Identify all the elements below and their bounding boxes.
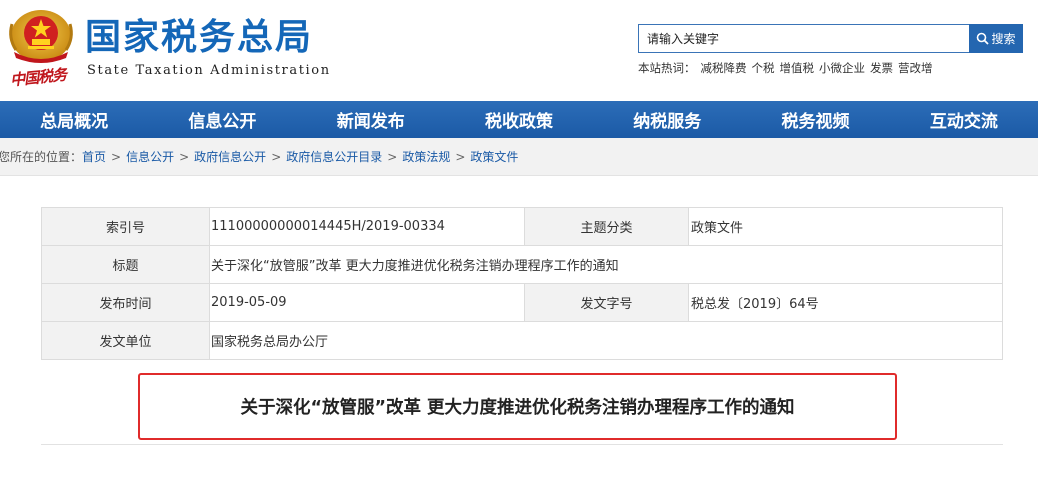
search-button[interactable]: 搜索 — [969, 24, 1023, 53]
nav-item-interaction[interactable]: 互动交流 — [890, 101, 1038, 138]
search-input[interactable] — [638, 24, 970, 53]
nav-item-taxpayer-service[interactable]: 纳税服务 — [593, 101, 741, 138]
hotwords-label: 本站热词： — [638, 61, 696, 75]
index-number-label: 索引号 — [41, 207, 210, 246]
breadcrumb-separator: > — [387, 149, 398, 164]
breadcrumb-separator: > — [111, 149, 122, 164]
breadcrumb-link-gov-info-catalog[interactable]: 政府信息公开目录 — [286, 148, 382, 165]
search-icon — [977, 32, 990, 45]
publish-date-label: 发布时间 — [41, 283, 210, 322]
hotword-link[interactable]: 增值税 — [780, 60, 815, 76]
page: 中国税务 国家税务总局 State Taxation Administratio… — [0, 0, 1038, 489]
hotword-link[interactable]: 小微企业 — [819, 60, 865, 76]
nav-item-news[interactable]: 新闻发布 — [297, 101, 445, 138]
breadcrumb: 您所在的位置： 首页 > 信息公开 > 政府信息公开 > 政府信息公开目录 > … — [0, 138, 1038, 176]
nav-item-tax-video[interactable]: 税务视频 — [741, 101, 889, 138]
article-title: 关于深化“放管服”改革 更大力度推进优化税务注销办理程序工作的通知 — [240, 398, 795, 418]
hotword-link[interactable]: 营改增 — [898, 60, 933, 76]
breadcrumb-link-policy-regulations[interactable]: 政策法规 — [402, 148, 450, 165]
china-tax-calligraphy-logo: 中国税务 — [9, 65, 67, 90]
national-emblem-icon — [9, 10, 73, 63]
hotwords: 本站热词： 减税降费 个税 增值税 小微企业 发票 营改增 — [638, 60, 1028, 76]
breadcrumb-link-gov-info[interactable]: 政府信息公开 — [194, 148, 266, 165]
title-label: 标题 — [41, 245, 210, 284]
search-button-label: 搜索 — [991, 32, 1016, 46]
main-nav: 总局概况 信息公开 新闻发布 税收政策 纳税服务 税务视频 互动交流 — [0, 101, 1038, 138]
issuer-label: 发文单位 — [41, 321, 210, 360]
nav-item-info-disclosure[interactable]: 信息公开 — [148, 101, 296, 138]
breadcrumb-separator: > — [271, 149, 282, 164]
breadcrumb-separator: > — [179, 149, 190, 164]
nav-item-about[interactable]: 总局概况 — [0, 101, 148, 138]
nav-item-tax-policy[interactable]: 税收政策 — [445, 101, 593, 138]
issuer-value: 国家税务总局办公厅 — [209, 321, 1003, 360]
site-header: 中国税务 国家税务总局 State Taxation Administratio… — [0, 0, 1038, 100]
hotword-link[interactable]: 发票 — [870, 60, 893, 76]
hotword-link[interactable]: 个税 — [752, 60, 775, 76]
topic-label: 主题分类 — [524, 207, 689, 246]
site-name-english: State Taxation Administration — [87, 63, 331, 78]
site-name-chinese[interactable]: 国家税务总局 — [85, 16, 313, 60]
breadcrumb-link-policy-documents[interactable]: 政策文件 — [470, 148, 518, 165]
breadcrumb-link-home[interactable]: 首页 — [82, 148, 106, 165]
article-title-highlight: 关于深化“放管服”改革 更大力度推进优化税务注销办理程序工作的通知 — [138, 373, 897, 440]
table-row: 发文单位 国家税务总局办公厅 — [41, 321, 1003, 360]
table-row: 标题 关于深化“放管服”改革 更大力度推进优化税务注销办理程序工作的通知 — [41, 245, 1003, 284]
divider — [41, 444, 1003, 445]
topic-value: 政策文件 — [688, 207, 1003, 246]
breadcrumb-prefix: 您所在的位置： — [0, 150, 83, 164]
index-number-value: 11100000000014445H/2019-00334 — [209, 207, 525, 246]
breadcrumb-link-info-disclosure[interactable]: 信息公开 — [126, 148, 174, 165]
document-number-label: 发文字号 — [524, 283, 689, 322]
table-row: 发布时间 2019-05-09 发文字号 税总发〔2019〕64号 — [41, 283, 1003, 322]
hotword-link[interactable]: 减税降费 — [701, 60, 747, 76]
title-value: 关于深化“放管服”改革 更大力度推进优化税务注销办理程序工作的通知 — [209, 245, 1003, 284]
breadcrumb-separator: > — [455, 149, 466, 164]
table-row: 索引号 11100000000014445H/2019-00334 主题分类 政… — [41, 207, 1003, 246]
document-number-value: 税总发〔2019〕64号 — [688, 283, 1003, 322]
publish-date-value: 2019-05-09 — [209, 283, 525, 322]
document-meta-table: 索引号 11100000000014445H/2019-00334 主题分类 政… — [41, 207, 1003, 360]
